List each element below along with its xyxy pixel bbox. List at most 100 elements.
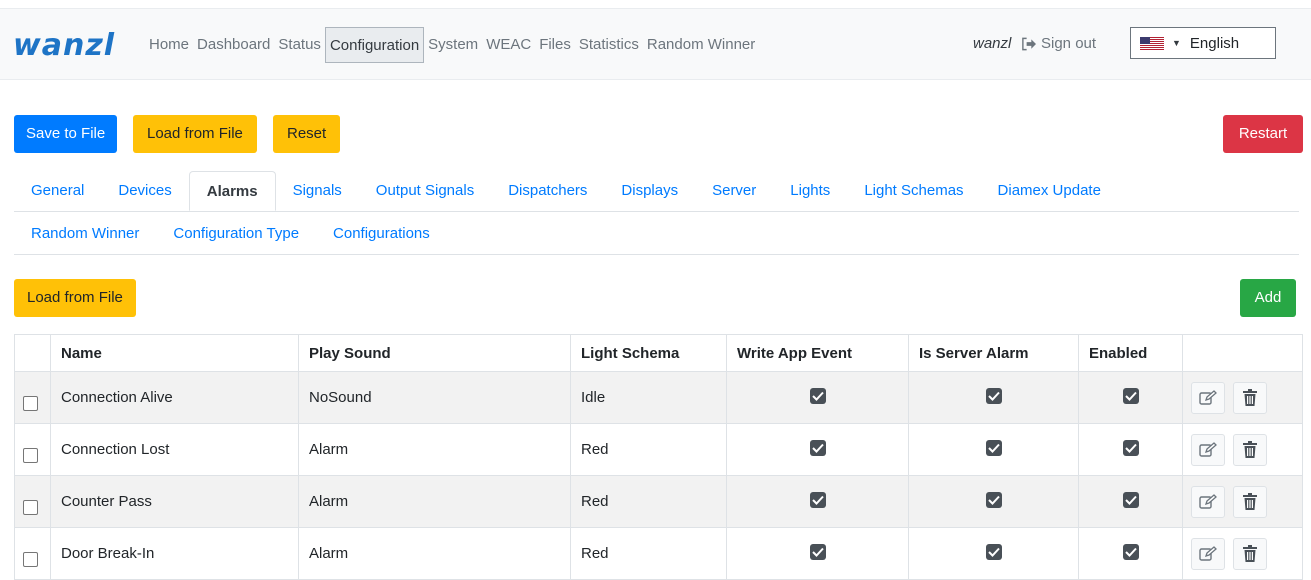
nav-home[interactable]: Home	[145, 35, 193, 55]
checked-icon	[985, 439, 1002, 456]
reset-button[interactable]: Reset	[273, 115, 341, 153]
us-flag-icon	[1140, 36, 1164, 50]
checked-icon	[985, 543, 1002, 560]
is-server-alarm-cell	[908, 475, 1079, 528]
alarm-play-sound: Alarm	[298, 423, 571, 476]
checked-icon	[809, 439, 826, 456]
tab-lights[interactable]: Lights	[773, 171, 847, 211]
checked-icon	[809, 387, 826, 404]
trash-icon	[1243, 493, 1257, 510]
checked-icon	[1122, 543, 1139, 560]
row-select-checkbox[interactable]	[23, 500, 38, 515]
edit-button[interactable]	[1191, 381, 1225, 414]
checked-icon	[1122, 491, 1139, 508]
nav-random-winner[interactable]: Random Winner	[643, 35, 759, 55]
table-row: Connection Lost Alarm Red	[14, 423, 1303, 476]
tab-light-schemas[interactable]: Light Schemas	[847, 171, 980, 211]
trash-icon	[1243, 441, 1257, 458]
sign-out-icon	[1022, 37, 1036, 50]
trash-icon	[1243, 545, 1257, 562]
tab-configurations[interactable]: Configurations	[316, 214, 447, 254]
config-tabs-row-2: Random Winner Configuration Type Configu…	[14, 214, 447, 254]
brand-logo[interactable]: wanzl	[13, 31, 115, 61]
alarm-play-sound: Alarm	[298, 527, 571, 580]
nav-files[interactable]: Files	[535, 35, 575, 55]
delete-button[interactable]	[1233, 537, 1267, 570]
tab-output-signals[interactable]: Output Signals	[359, 171, 491, 211]
checked-icon	[1122, 439, 1139, 456]
tab-general[interactable]: General	[14, 171, 101, 211]
delete-button[interactable]	[1233, 433, 1267, 466]
row-actions-cell	[1182, 527, 1303, 580]
enabled-cell	[1078, 475, 1183, 528]
delete-button[interactable]	[1233, 485, 1267, 518]
write-app-event-cell	[726, 371, 909, 424]
row-select-cell	[14, 423, 51, 476]
alarm-name: Connection Alive	[50, 371, 299, 424]
save-to-file-button[interactable]: Save to File	[14, 115, 118, 153]
col-is-server-alarm[interactable]: Is Server Alarm	[908, 334, 1079, 372]
add-alarm-button[interactable]: Add	[1240, 279, 1296, 317]
alarm-play-sound: Alarm	[298, 475, 571, 528]
col-write-app-event[interactable]: Write App Event	[726, 334, 909, 372]
table-row: Connection Alive NoSound Idle	[14, 371, 1303, 424]
alarm-light-schema: Red	[570, 423, 727, 476]
tab-devices[interactable]: Devices	[101, 171, 188, 211]
edit-button[interactable]	[1191, 433, 1225, 466]
nav-weac[interactable]: WEAC	[482, 35, 535, 55]
is-server-alarm-cell	[908, 423, 1079, 476]
tab-configuration-type[interactable]: Configuration Type	[156, 214, 316, 254]
current-user: wanzl	[973, 35, 1012, 52]
signout-link[interactable]: Sign out	[1021, 35, 1096, 52]
nav-system[interactable]: System	[424, 35, 482, 55]
row-select-checkbox[interactable]	[23, 448, 38, 463]
checked-icon	[809, 543, 826, 560]
tabs-divider	[14, 211, 1299, 212]
col-name[interactable]: Name	[50, 334, 299, 372]
table-row: Counter Pass Alarm Red	[14, 475, 1303, 528]
language-select[interactable]: ▼ English	[1130, 27, 1276, 59]
write-app-event-cell	[726, 527, 909, 580]
alarm-light-schema: Red	[570, 527, 727, 580]
tab-dispatchers[interactable]: Dispatchers	[491, 171, 604, 211]
select-column-header	[14, 334, 51, 372]
checked-icon	[1122, 387, 1139, 404]
nav-status[interactable]: Status	[274, 35, 325, 55]
row-select-cell	[14, 371, 51, 424]
main-nav: Home Dashboard Status Configuration Syst…	[145, 27, 759, 63]
col-play-sound[interactable]: Play Sound	[298, 334, 571, 372]
enabled-cell	[1078, 371, 1183, 424]
row-select-checkbox[interactable]	[23, 396, 38, 411]
write-app-event-cell	[726, 475, 909, 528]
edit-button[interactable]	[1191, 485, 1225, 518]
tab-signals[interactable]: Signals	[276, 171, 359, 211]
row-select-cell	[14, 475, 51, 528]
alarm-name: Counter Pass	[50, 475, 299, 528]
row-select-checkbox[interactable]	[23, 552, 38, 567]
col-enabled[interactable]: Enabled	[1078, 334, 1183, 372]
enabled-cell	[1078, 527, 1183, 580]
nav-statistics[interactable]: Statistics	[575, 35, 643, 55]
signout-label: Sign out	[1041, 35, 1097, 52]
edit-button[interactable]	[1191, 537, 1225, 570]
col-light-schema[interactable]: Light Schema	[570, 334, 727, 372]
load-from-file-button[interactable]: Load from File	[133, 115, 257, 153]
tab-diamex-update[interactable]: Diamex Update	[981, 171, 1118, 211]
tab-displays[interactable]: Displays	[604, 171, 695, 211]
nav-dashboard[interactable]: Dashboard	[193, 35, 274, 55]
alarms-load-from-file-button[interactable]: Load from File	[14, 279, 136, 317]
nav-configuration[interactable]: Configuration	[324, 27, 425, 63]
delete-button[interactable]	[1233, 381, 1267, 414]
top-navbar: wanzl Home Dashboard Status Configuratio…	[0, 8, 1311, 80]
alarm-play-sound: NoSound	[298, 371, 571, 424]
tab-random-winner[interactable]: Random Winner	[14, 214, 156, 254]
restart-button[interactable]: Restart	[1223, 115, 1303, 153]
row-actions-cell	[1182, 371, 1303, 424]
checked-icon	[985, 387, 1002, 404]
edit-icon	[1199, 493, 1217, 509]
checked-icon	[985, 491, 1002, 508]
tab-alarms[interactable]: Alarms	[188, 171, 276, 211]
tab-server[interactable]: Server	[695, 171, 773, 211]
config-tabs-row-1: General Devices Alarms Signals Output Si…	[14, 171, 1118, 211]
alarm-name: Connection Lost	[50, 423, 299, 476]
